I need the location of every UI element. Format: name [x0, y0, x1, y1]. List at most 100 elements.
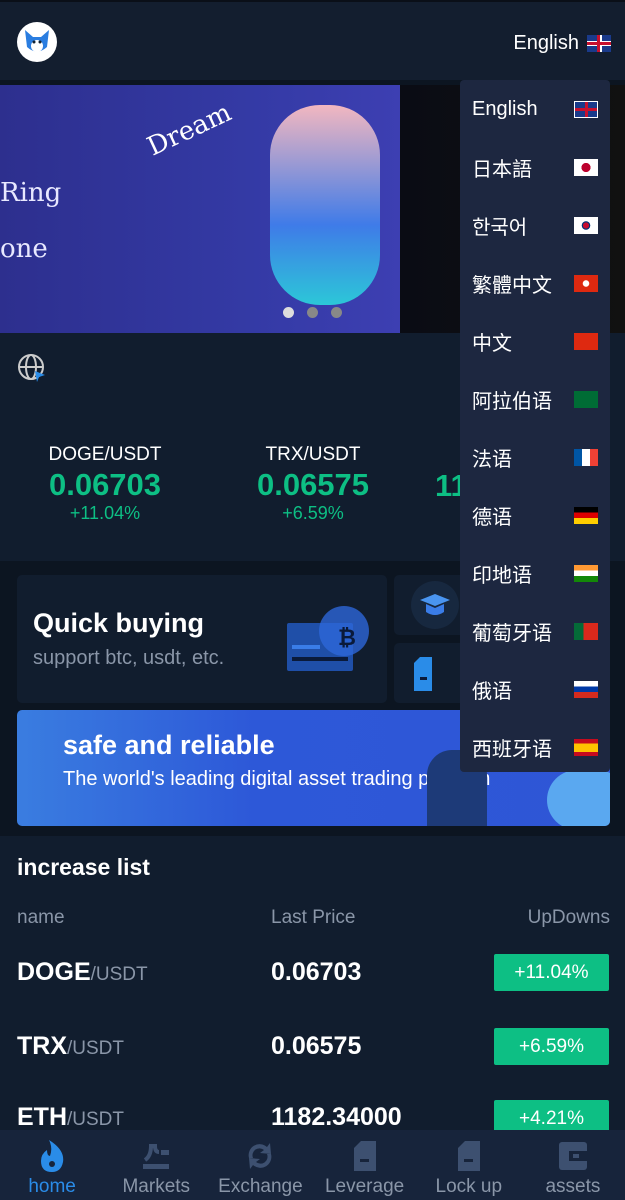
logo[interactable]	[17, 22, 57, 62]
nav-lock-up[interactable]: Lock up	[417, 1130, 521, 1200]
banner-line: Ring	[0, 178, 62, 208]
list-title: increase list	[17, 854, 150, 880]
language-option-label: 俄语	[472, 680, 512, 703]
language-dropdown: English 日本語 한국어 繁體中文中文阿拉伯语法语德语印地语葡萄牙语俄语西班牙语	[460, 80, 610, 772]
pt-flag-icon	[574, 622, 598, 640]
ticker-price: 0.06575	[256, 467, 370, 502]
carousel-dot[interactable]	[307, 307, 318, 318]
document-icon	[353, 1141, 376, 1171]
markets-icon	[143, 1144, 170, 1169]
document-icon	[457, 1141, 480, 1171]
language-option-label: English	[472, 97, 538, 120]
nav-leverage[interactable]: Leverage	[313, 1130, 417, 1200]
in-flag-icon	[574, 564, 598, 582]
quick-buying-subtitle: support btc, usdt, etc.	[33, 647, 225, 669]
fr-flag-icon	[574, 448, 598, 466]
row-price: 0.06575	[271, 1032, 362, 1060]
nav-exchange[interactable]: Exchange	[208, 1130, 312, 1200]
row-change-badge: +11.04%	[494, 954, 609, 991]
language-option-pt[interactable]: 葡萄牙语	[460, 602, 610, 660]
language-selector[interactable]: English	[513, 32, 611, 55]
ticker-change: +6.59%	[282, 503, 344, 523]
cn-flag-icon	[574, 332, 598, 350]
nav-label: Markets	[122, 1176, 191, 1197]
language-option-label: 德语	[472, 506, 512, 529]
row-price: 1182.34000	[271, 1103, 402, 1131]
ticker-trx[interactable]: TRX/USDT 0.06575 +6.59%	[213, 444, 413, 524]
quick-buying-card[interactable]: Quick buying support btc, usdt, etc. ₿	[17, 575, 387, 703]
refresh-icon	[249, 1143, 272, 1169]
nav-label: Exchange	[218, 1176, 303, 1197]
quick-buying-title: Quick buying	[33, 608, 205, 638]
plant-illustration	[547, 770, 610, 826]
nav-assets[interactable]: assets	[521, 1130, 625, 1200]
nav-markets[interactable]: Markets	[104, 1130, 208, 1200]
language-option-de[interactable]: 德语	[460, 486, 610, 544]
language-option-label: 繁體中文	[472, 274, 552, 297]
fox-logo-icon	[25, 30, 49, 52]
column-updowns: UpDowns	[527, 907, 610, 928]
language-option-label: 阿拉伯语	[472, 390, 552, 413]
language-option-kr[interactable]: 한국어	[460, 196, 610, 254]
language-option-fr[interactable]: 法语	[460, 428, 610, 486]
ticker-doge[interactable]: DOGE/USDT 0.06703 +11.04%	[5, 444, 205, 524]
banner-text: Ring one	[0, 165, 61, 277]
banner-dream: Dream	[142, 97, 237, 163]
column-last-price: Last Price	[271, 907, 356, 928]
document-icon	[414, 657, 432, 691]
kr-flag-icon	[574, 216, 598, 234]
flame-icon	[41, 1140, 64, 1172]
promo-title: safe and reliable	[63, 730, 275, 760]
nav-home[interactable]: home	[0, 1130, 104, 1200]
row-quote: /USDT	[67, 1038, 124, 1059]
language-option-uk[interactable]: English	[460, 80, 610, 138]
nav-label: Lock up	[435, 1176, 503, 1197]
language-option-jp[interactable]: 日本語	[460, 138, 610, 196]
carousel-dot[interactable]	[331, 307, 342, 318]
banner-illustration	[270, 105, 380, 305]
language-option-cn[interactable]: 中文	[460, 312, 610, 370]
language-option-es[interactable]: 西班牙语	[460, 718, 610, 776]
language-option-hk[interactable]: 繁體中文	[460, 254, 610, 312]
row-base: DOGE	[17, 958, 91, 986]
jp-flag-icon	[574, 158, 598, 176]
row-base: ETH	[17, 1103, 67, 1131]
language-option-label: 日本語	[472, 158, 532, 181]
language-option-label: 法语	[472, 448, 512, 471]
wallet-icon	[558, 1142, 587, 1170]
header: English	[0, 0, 625, 80]
language-option-sa[interactable]: 阿拉伯语	[460, 370, 610, 428]
sa-flag-icon	[574, 390, 598, 408]
uk-flag-icon	[587, 35, 611, 52]
column-name: name	[17, 907, 65, 928]
nav-label: assets	[545, 1176, 601, 1197]
row-price: 0.06703	[271, 958, 362, 986]
bottom-nav: home Markets Exchange Leverage Lock up a…	[0, 1130, 625, 1200]
language-option-label: 한국어	[472, 216, 528, 239]
language-option-ru[interactable]: 俄语	[460, 660, 610, 718]
globe-icon[interactable]	[17, 353, 47, 383]
row-change-badge: +6.59%	[494, 1028, 609, 1065]
ticker-price: 0.06703	[48, 467, 162, 502]
row-quote: /USDT	[67, 1109, 124, 1130]
graduation-cap-icon	[411, 581, 459, 629]
row-quote: /USDT	[90, 964, 148, 985]
language-option-label: 葡萄牙语	[472, 622, 552, 645]
carousel-dot-active[interactable]	[283, 307, 294, 318]
banner-line: one	[0, 234, 48, 264]
es-flag-icon	[574, 738, 598, 756]
ticker-pair: TRX/USDT	[265, 444, 361, 465]
language-option-in[interactable]: 印地语	[460, 544, 610, 602]
hk-flag-icon	[574, 274, 598, 292]
language-option-label: 西班牙语	[472, 738, 552, 761]
bitcoin-card-icon: ₿	[287, 606, 369, 671]
ru-flag-icon	[574, 680, 598, 698]
svg-text:₿: ₿	[338, 625, 356, 650]
language-option-label: 中文	[472, 332, 512, 355]
nav-label: home	[28, 1176, 76, 1197]
nav-label: Leverage	[324, 1176, 405, 1197]
language-option-label: 印地语	[472, 564, 532, 587]
uk-flag-icon	[574, 100, 598, 118]
ticker-change: +11.04%	[69, 503, 141, 523]
ticker-pair: DOGE/USDT	[48, 444, 162, 465]
